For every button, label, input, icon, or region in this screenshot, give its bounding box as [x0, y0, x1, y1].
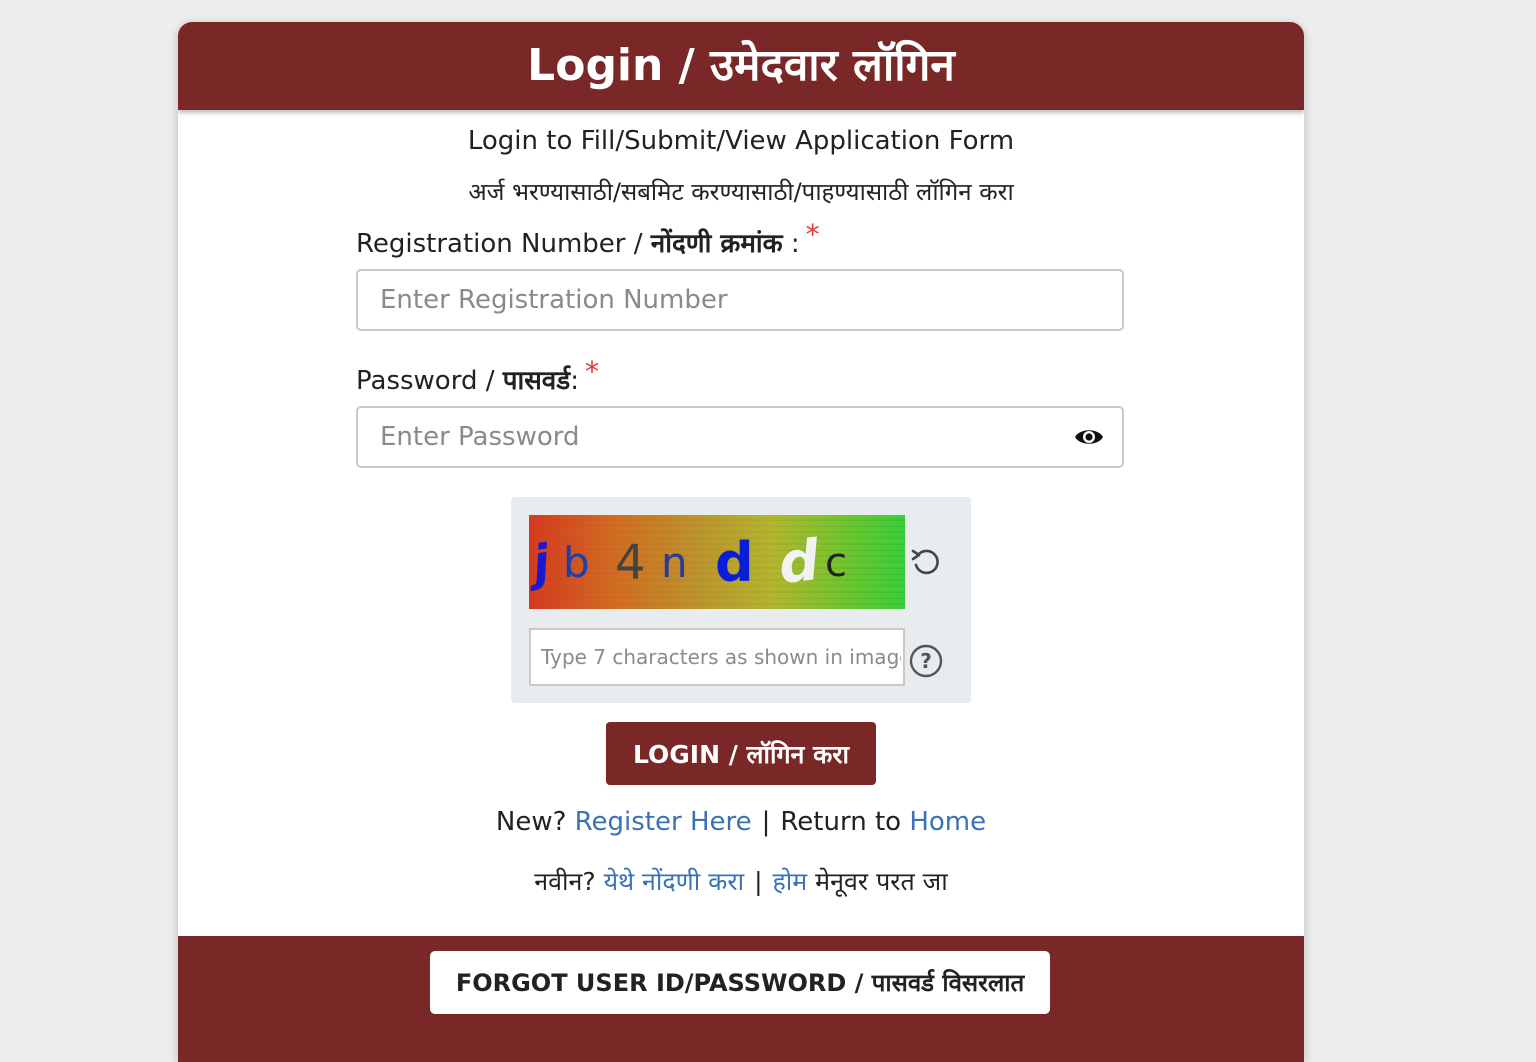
captcha-char: b [563, 538, 590, 587]
svg-text:?: ? [920, 649, 932, 673]
question-circle-icon[interactable]: ? [909, 644, 943, 678]
intro-text-en: Login to Fill/Submit/View Application Fo… [467, 126, 1015, 156]
intro-text-mr: अर्ज भरण्यासाठी/सबमिट करण्यासाठी/पाहण्या… [468, 178, 1014, 206]
login-button[interactable]: LOGIN / लॉगिन करा [606, 722, 876, 785]
registration-field[interactable] [356, 269, 1124, 331]
captcha-char: d [715, 531, 754, 594]
password-label-en: Password / [356, 366, 503, 396]
password-label-suffix: : [570, 366, 579, 396]
new-prefix-mr: नवीन? [534, 867, 604, 896]
password-field[interactable] [356, 406, 1124, 468]
page-title: Login / उमेदवार लॉगिन [178, 22, 1304, 110]
password-label: Password / पासवर्ड: * [356, 355, 599, 397]
required-mark: * [584, 355, 599, 388]
captcha-input[interactable] [531, 630, 901, 684]
captcha-char: d [775, 528, 823, 597]
login-card: Login / उमेदवार लॉगिन Login to Fill/Subm… [178, 22, 1304, 1062]
captcha-image: jb4nddc [529, 515, 905, 609]
register-link-mr[interactable]: येथे नोंदणी करा [604, 867, 744, 896]
registration-label-mr: नोंदणी क्रमांक [650, 229, 783, 259]
registration-input[interactable] [358, 271, 1040, 329]
refresh-icon[interactable] [909, 545, 945, 581]
captcha-char: c [825, 540, 847, 586]
password-input[interactable] [358, 408, 1040, 466]
register-link[interactable]: Register Here [575, 807, 752, 837]
new-prefix-en: New? [495, 807, 575, 837]
return-prefix-en: Return to [780, 807, 910, 837]
return-suffix-mr: मेनूवर परत जा [807, 867, 948, 896]
links-row-mr: नवीन? येथे नोंदणी करा | होम मेनूवर परत जा [178, 864, 1304, 898]
registration-label-suffix: : [782, 229, 800, 259]
link-separator: | [754, 867, 763, 896]
captcha-char: n [661, 538, 688, 587]
link-separator: | [761, 807, 771, 837]
captcha-panel: jb4nddc ? [511, 497, 971, 703]
password-label-mr: पासवर्ड [502, 366, 571, 396]
forgot-password-button[interactable]: FORGOT USER ID/PASSWORD / पासवर्ड विसरला… [430, 951, 1050, 1014]
eye-icon[interactable] [1074, 425, 1104, 449]
footer-bar: FORGOT USER ID/PASSWORD / पासवर्ड विसरला… [178, 936, 1304, 1062]
home-link[interactable]: Home [909, 807, 986, 837]
registration-label-en: Registration Number / [356, 229, 651, 259]
captcha-field[interactable] [529, 628, 905, 686]
captcha-text: jb4nddc [529, 523, 905, 603]
links-row-en: New? Register Here | Return to Home [178, 807, 1304, 837]
captcha-char: 4 [615, 535, 646, 591]
registration-label: Registration Number / नोंदणी क्रमांक : * [356, 218, 820, 260]
home-link-mr[interactable]: होम [773, 867, 808, 896]
captcha-char: j [529, 534, 554, 592]
required-mark: * [805, 218, 820, 251]
